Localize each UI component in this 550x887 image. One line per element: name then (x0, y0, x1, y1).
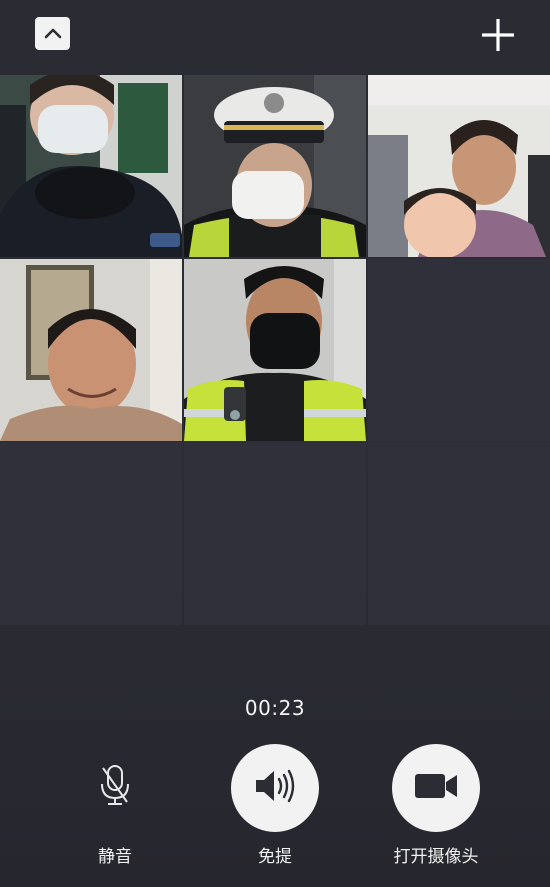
camera-control[interactable]: 打开摄像头 (381, 744, 491, 867)
empty-slot (368, 259, 550, 441)
add-participant-button[interactable] (478, 15, 518, 55)
participant-video-2[interactable] (184, 75, 366, 257)
participant-video-3[interactable] (368, 75, 550, 257)
empty-slot (0, 443, 182, 625)
collapse-button[interactable] (35, 17, 70, 50)
participant-grid (0, 75, 550, 625)
mute-control[interactable]: 静音 (60, 744, 170, 867)
video-camera-icon (412, 769, 460, 807)
mute-button[interactable] (71, 744, 159, 832)
participant-video-4[interactable] (0, 259, 182, 441)
chevron-up-icon (44, 24, 62, 43)
speaker-control[interactable]: 免提 (220, 744, 330, 867)
empty-slot (184, 443, 366, 625)
empty-slot (368, 443, 550, 625)
plus-icon (478, 19, 518, 59)
mute-label: 静音 (98, 847, 132, 867)
camera-button[interactable] (392, 744, 480, 832)
speaker-label: 免提 (258, 847, 292, 867)
speaker-icon (252, 766, 298, 810)
call-timer: 00:23 (244, 696, 306, 720)
speaker-button[interactable] (231, 744, 319, 832)
participant-video-1[interactable] (0, 75, 182, 257)
microphone-off-icon (95, 762, 135, 814)
camera-label: 打开摄像头 (393, 847, 479, 867)
participant-video-5[interactable] (184, 259, 366, 441)
